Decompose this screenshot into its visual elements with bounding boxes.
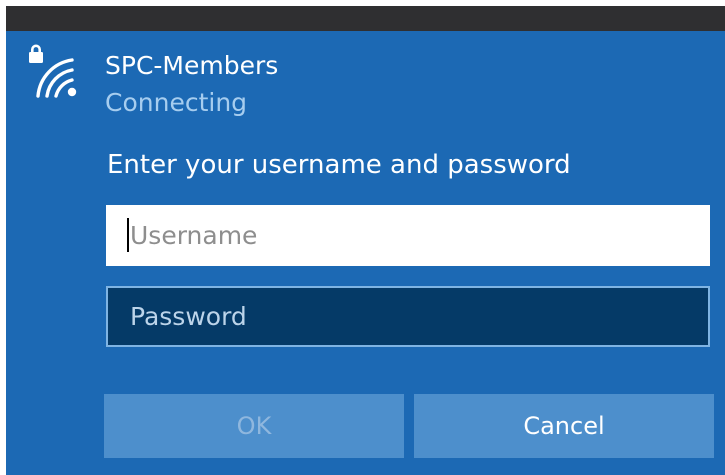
secured-wifi-icon [29, 44, 77, 98]
title-strip [6, 6, 725, 31]
text-caret [127, 218, 129, 252]
credentials-prompt: Enter your username and password [107, 150, 571, 180]
ok-button[interactable]: OK [104, 394, 404, 458]
wifi-credentials-panel: SPC-Members Connecting Enter your userna… [6, 6, 725, 475]
username-input[interactable] [106, 205, 710, 266]
password-input[interactable] [106, 286, 710, 347]
network-name: SPC-Members [105, 51, 279, 80]
cancel-button[interactable]: Cancel [414, 394, 714, 458]
network-status: Connecting [105, 88, 248, 117]
